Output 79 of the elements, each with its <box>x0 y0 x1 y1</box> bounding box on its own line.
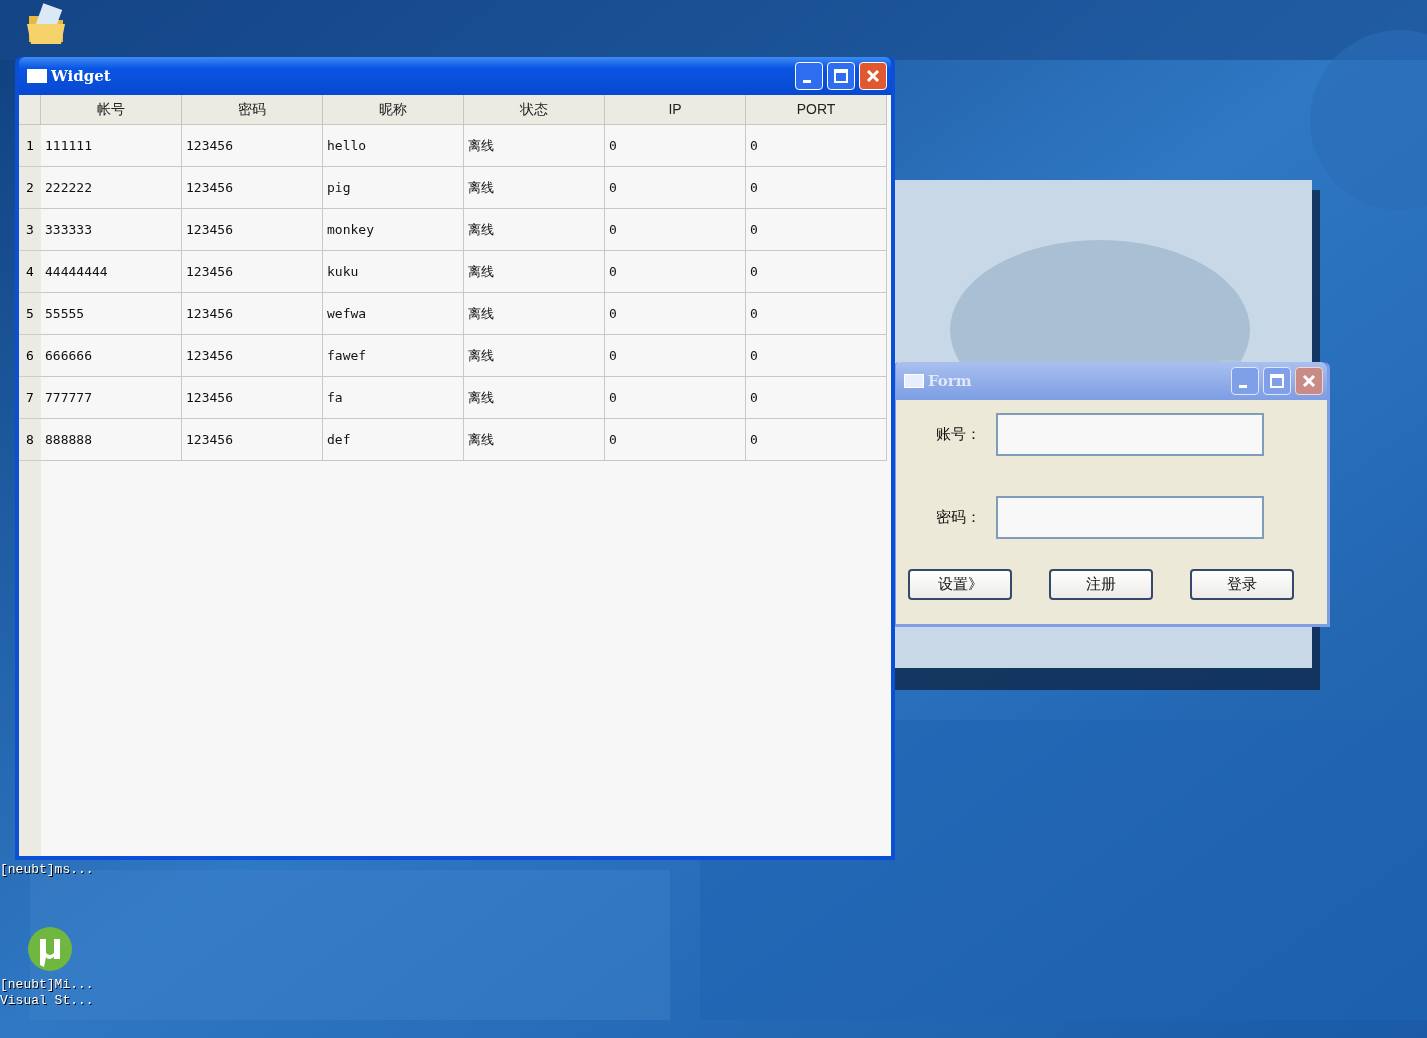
icon-label[interactable]: [neubt]Mi... <box>0 977 94 993</box>
table-cell: 0 <box>605 251 746 293</box>
close-icon <box>865 68 881 84</box>
table-cell: 离线 <box>464 125 605 167</box>
input-field[interactable] <box>996 413 1264 456</box>
table-cell: def <box>323 419 464 461</box>
window-icon <box>904 374 924 388</box>
table-cell: 0 <box>605 293 746 335</box>
app-icon[interactable] <box>26 925 74 973</box>
form-button[interactable]: 登录 <box>1190 569 1294 600</box>
table-cell: 123456 <box>182 251 323 293</box>
table-cell: 0 <box>746 293 887 335</box>
table-cell: 离线 <box>464 293 605 335</box>
table-cell: 0 <box>605 167 746 209</box>
table-cell: monkey <box>323 209 464 251</box>
table-cell: 离线 <box>464 209 605 251</box>
table-cell: 0 <box>746 167 887 209</box>
window-title: Form <box>928 370 973 392</box>
table-cell: 0 <box>746 125 887 167</box>
form-button[interactable]: 设置》 <box>908 569 1012 600</box>
table-cell: kuku <box>323 251 464 293</box>
close-button[interactable] <box>1295 367 1323 395</box>
table-cell: 222222 <box>41 167 182 209</box>
table-cell: 666666 <box>41 335 182 377</box>
maximize-button[interactable] <box>1263 367 1291 395</box>
table-cell: 111111 <box>41 125 182 167</box>
table-cell: 123456 <box>182 377 323 419</box>
table-cell: 离线 <box>464 251 605 293</box>
form-button[interactable]: 注册 <box>1049 569 1153 600</box>
table-cell: 离线 <box>464 377 605 419</box>
header-corner <box>19 95 41 125</box>
table-cell: 0 <box>605 335 746 377</box>
table-cell: 123456 <box>182 335 323 377</box>
table-cell: 55555 <box>41 293 182 335</box>
close-icon <box>1301 373 1317 389</box>
table-cell: 123456 <box>182 209 323 251</box>
table-cell: 0 <box>746 335 887 377</box>
field-label: 账号： <box>936 424 982 445</box>
table-cell: 888888 <box>41 419 182 461</box>
column-header[interactable]: 昵称 <box>323 95 464 125</box>
table-cell: 0 <box>746 377 887 419</box>
column-header[interactable]: PORT <box>746 95 887 125</box>
table-cell: 123456 <box>182 293 323 335</box>
table-cell: 离线 <box>464 335 605 377</box>
input-field[interactable] <box>996 496 1264 539</box>
column-header[interactable]: 帐号 <box>41 95 182 125</box>
table-cell: 0 <box>746 209 887 251</box>
maximize-icon <box>1269 373 1285 389</box>
table-cell: 0 <box>605 377 746 419</box>
table-cell: 123456 <box>182 125 323 167</box>
table-cell: 0 <box>605 125 746 167</box>
icon-label[interactable]: Visual St... <box>0 993 94 1009</box>
table-cell: 333333 <box>41 209 182 251</box>
table-cell: fa <box>323 377 464 419</box>
minimize-icon <box>803 79 811 83</box>
maximize-icon <box>833 68 849 84</box>
table-cell: 0 <box>746 419 887 461</box>
table-cell: 0 <box>605 209 746 251</box>
table-cell: 离线 <box>464 167 605 209</box>
minimize-icon <box>1239 384 1247 388</box>
window-title: Widget <box>51 65 112 87</box>
table-cell: 0 <box>605 419 746 461</box>
minimize-button[interactable] <box>1231 367 1259 395</box>
table-cell: wefwa <box>323 293 464 335</box>
table-cell: 123456 <box>182 419 323 461</box>
table-cell: hello <box>323 125 464 167</box>
table-cell: 离线 <box>464 419 605 461</box>
column-header[interactable]: IP <box>605 95 746 125</box>
column-header[interactable]: 密码 <box>182 95 323 125</box>
table-cell: 0 <box>746 251 887 293</box>
table-cell: 777777 <box>41 377 182 419</box>
table-cell: 44444444 <box>41 251 182 293</box>
window-icon <box>27 69 47 83</box>
column-header[interactable]: 状态 <box>464 95 605 125</box>
table-cell: pig <box>323 167 464 209</box>
icon-label[interactable]: [neubt]ms... <box>0 862 94 878</box>
field-label: 密码： <box>936 507 982 528</box>
table-cell: fawef <box>323 335 464 377</box>
table-cell: 123456 <box>182 167 323 209</box>
